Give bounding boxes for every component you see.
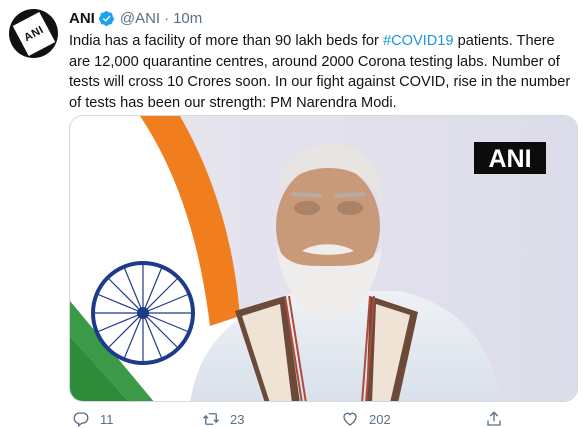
like-button[interactable]: 202	[341, 410, 391, 428]
tweet-media-image[interactable]: ANI	[69, 115, 578, 402]
share-button[interactable]	[485, 410, 513, 428]
hashtag-link[interactable]: #COVID19	[383, 33, 454, 49]
tweet-text-start: India has a facility of more than 90 lak…	[69, 33, 383, 49]
tweet-card[interactable]: ANI ANI @ANI · 10m India has a facility …	[0, 0, 583, 428]
retweet-icon	[203, 413, 219, 425]
share-icon	[487, 411, 501, 426]
retweet-count: 23	[230, 411, 245, 427]
heart-icon	[343, 412, 357, 426]
separator-dot: ·	[164, 9, 170, 27]
tweet-header: ANI @ANI · 10m	[69, 8, 202, 28]
reply-button[interactable]: 11	[72, 410, 114, 428]
tweet-actions: 11 23 202	[69, 410, 579, 428]
ani-logo: ANI	[12, 11, 55, 56]
like-count: 202	[369, 411, 391, 427]
media-photo: ANI	[70, 116, 577, 401]
avatar[interactable]: ANI	[9, 9, 58, 58]
tweet-timestamp[interactable]: 10m	[173, 10, 202, 27]
author-handle[interactable]: @ANI	[120, 10, 160, 27]
avatar-logo-text: ANI	[21, 23, 46, 44]
tweet-text: India has a facility of more than 90 lak…	[69, 31, 579, 113]
retweet-button[interactable]: 23	[202, 410, 244, 428]
author-name[interactable]: ANI	[69, 10, 95, 27]
reply-count: 11	[100, 411, 114, 427]
ani-watermark: ANI	[474, 142, 546, 174]
verified-badge-icon	[98, 10, 115, 27]
reply-icon	[73, 412, 89, 428]
watermark-text: ANI	[488, 145, 531, 173]
